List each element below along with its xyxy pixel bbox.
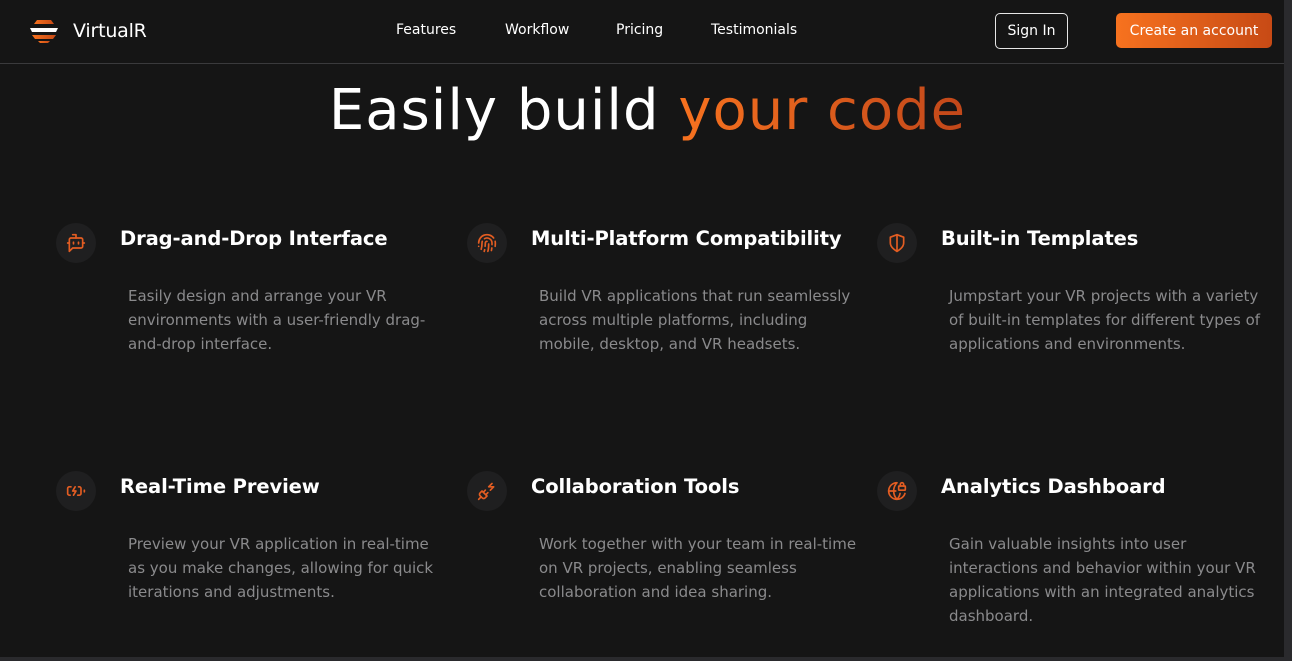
feature-title: Built-in Templates bbox=[941, 227, 1139, 250]
feature-description: Preview your VR application in real-time… bbox=[128, 535, 434, 601]
sign-in-button[interactable]: Sign In bbox=[995, 13, 1068, 49]
nav-link-features[interactable]: Features bbox=[396, 22, 456, 38]
nav-link-pricing[interactable]: Pricing bbox=[616, 22, 663, 38]
feature-card: Collaboration Tools Work together with y… bbox=[467, 468, 867, 648]
feature-icon-wrapper bbox=[56, 223, 96, 263]
hero-title-accent: your code bbox=[678, 78, 967, 143]
feature-icon-wrapper bbox=[877, 223, 917, 263]
feature-description: Build VR applications that run seamlessl… bbox=[539, 287, 851, 353]
feature-description: Work together with your team in real-tim… bbox=[539, 535, 857, 601]
feature-card: Analytics Dashboard Gain valuable insigh… bbox=[877, 468, 1277, 648]
feature-card: Built-in Templates Jumpstart your VR pro… bbox=[877, 220, 1277, 400]
hero-title-plain: Easily build bbox=[328, 78, 679, 143]
nav-link-testimonials[interactable]: Testimonials bbox=[711, 22, 797, 38]
page: VirtualR Features Workflow Pricing Testi… bbox=[0, 0, 1284, 657]
primary-nav: Features Workflow Pricing Testimonials bbox=[0, 22, 1284, 42]
feature-description: Easily design and arrange your VR enviro… bbox=[128, 287, 426, 353]
hero-title: Easily build your code bbox=[0, 78, 1284, 143]
battery-charging-icon bbox=[66, 486, 86, 496]
nav-link-workflow[interactable]: Workflow bbox=[505, 22, 569, 38]
plug-zap-icon bbox=[477, 482, 495, 501]
feature-title: Drag-and-Drop Interface bbox=[120, 227, 388, 250]
feature-title: Real-Time Preview bbox=[120, 475, 320, 498]
feature-icon-wrapper bbox=[467, 223, 507, 263]
feature-description: Jumpstart your VR projects with a variet… bbox=[949, 287, 1261, 353]
feature-title: Multi-Platform Compatibility bbox=[531, 227, 842, 250]
globe-lock-icon bbox=[887, 481, 907, 501]
feature-icon-wrapper bbox=[877, 471, 917, 511]
feature-icon-wrapper bbox=[467, 471, 507, 511]
feature-card: Multi-Platform Compatibility Build VR ap… bbox=[467, 220, 867, 400]
feature-icon-wrapper bbox=[56, 471, 96, 511]
feature-description: Gain valuable insights into user interac… bbox=[949, 535, 1256, 625]
feature-title: Collaboration Tools bbox=[531, 475, 740, 498]
create-account-button[interactable]: Create an account bbox=[1116, 13, 1272, 48]
feature-title: Analytics Dashboard bbox=[941, 475, 1166, 498]
fingerprint-icon bbox=[477, 233, 497, 253]
navbar: VirtualR Features Workflow Pricing Testi… bbox=[0, 0, 1284, 64]
bot-message-icon bbox=[66, 233, 86, 253]
feature-card: Real-Time Preview Preview your VR applic… bbox=[56, 468, 456, 648]
feature-card: Drag-and-Drop Interface Easily design an… bbox=[56, 220, 456, 400]
shield-half-icon bbox=[889, 233, 905, 253]
